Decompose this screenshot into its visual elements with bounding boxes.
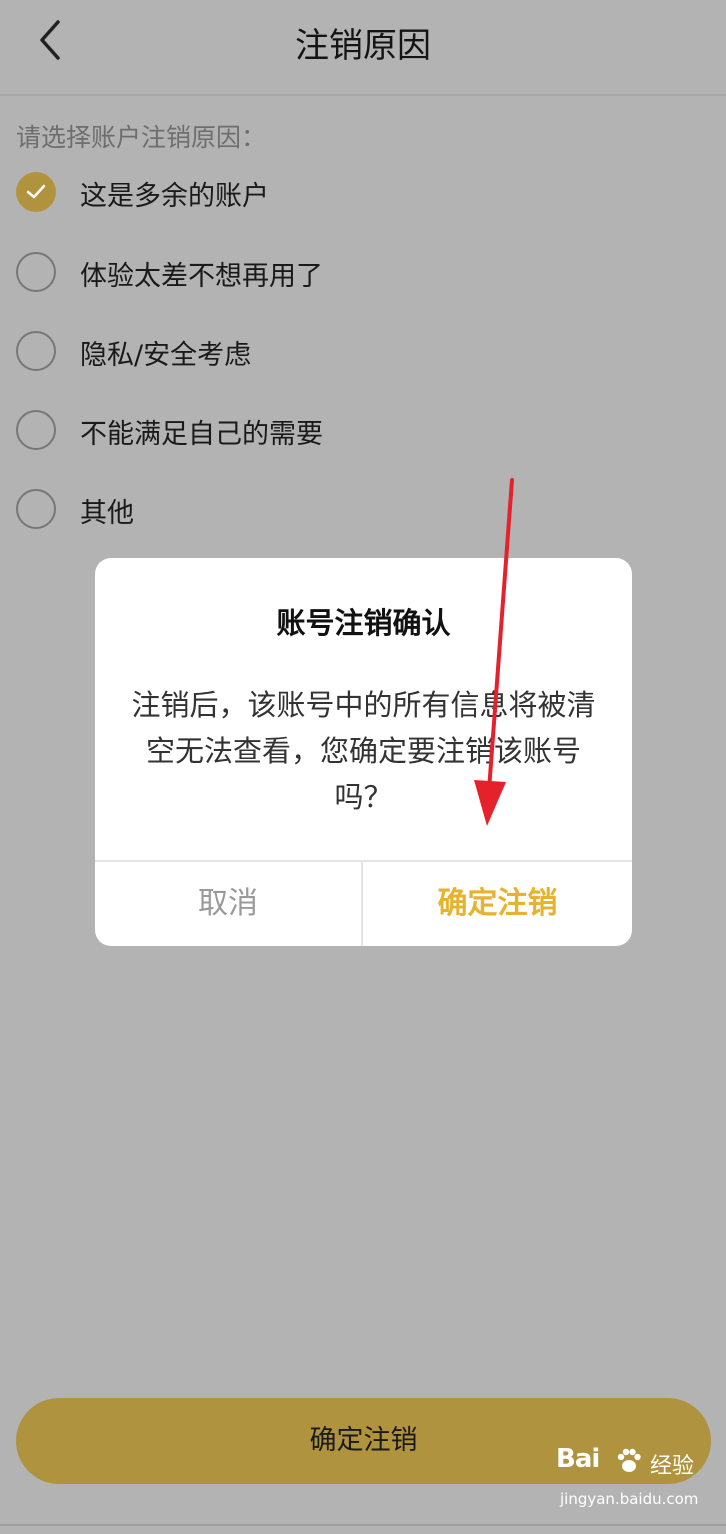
dialog-title: 账号注销确认 xyxy=(276,606,451,640)
reason-option-bad-experience[interactable]: 体验太差不想再用了 xyxy=(16,252,616,296)
reason-option-label: 体验太差不想再用了 xyxy=(80,261,323,292)
watermark-text: 经验 xyxy=(650,1454,695,1479)
app-header: 注销原因 xyxy=(0,0,726,96)
reason-option-label: 隐私/安全考虑 xyxy=(80,340,252,371)
reason-option-unmet-needs[interactable]: 不能满足自己的需要 xyxy=(16,410,616,454)
paw-logo-icon xyxy=(617,1448,641,1472)
radio-unchecked[interactable] xyxy=(16,252,56,292)
reason-option-label: 其他 xyxy=(80,498,134,529)
bottom-divider xyxy=(0,1524,726,1526)
reason-option-privacy-security[interactable]: 隐私/安全考虑 xyxy=(16,331,616,375)
confirm-cancel-account-button[interactable]: 确定注销 xyxy=(363,862,632,946)
confirm-dialog: 账号注销确认 注销后，该账号中的所有信息将被清空无法查看，您确定要注销该账号吗？… xyxy=(95,558,632,946)
radio-unchecked[interactable] xyxy=(16,331,56,371)
check-icon xyxy=(26,184,46,199)
reason-prompt: 请选择账户注销原因： xyxy=(16,123,267,152)
page-title: 注销原因 xyxy=(295,26,431,66)
reason-option-redundant-account[interactable]: 这是多余的账户 xyxy=(16,172,616,216)
baidu-jingyan-watermark: Bai 经验 jingyan.baidu.com xyxy=(556,1444,716,1524)
reason-option-label: 不能满足自己的需要 xyxy=(80,419,323,450)
radio-checked[interactable] xyxy=(16,172,56,212)
cancel-button[interactable]: 取消 xyxy=(95,862,363,946)
reason-option-label: 这是多余的账户 xyxy=(80,181,269,212)
dialog-actions: 取消 确定注销 xyxy=(95,860,632,946)
radio-unchecked[interactable] xyxy=(16,489,56,529)
watermark-url: jingyan.baidu.com xyxy=(560,1490,699,1508)
reason-option-other[interactable]: 其他 xyxy=(16,489,616,533)
radio-unchecked[interactable] xyxy=(16,410,56,450)
watermark-brand: Bai xyxy=(556,1444,600,1474)
dialog-message: 注销后，该账号中的所有信息将被清空无法查看，您确定要注销该账号吗？ xyxy=(131,688,596,814)
account-cancel-reason-page: 注销原因 请选择账户注销原因： 这是多余的账户 体验太差不想再用了 隐私/安全考… xyxy=(0,0,726,1534)
